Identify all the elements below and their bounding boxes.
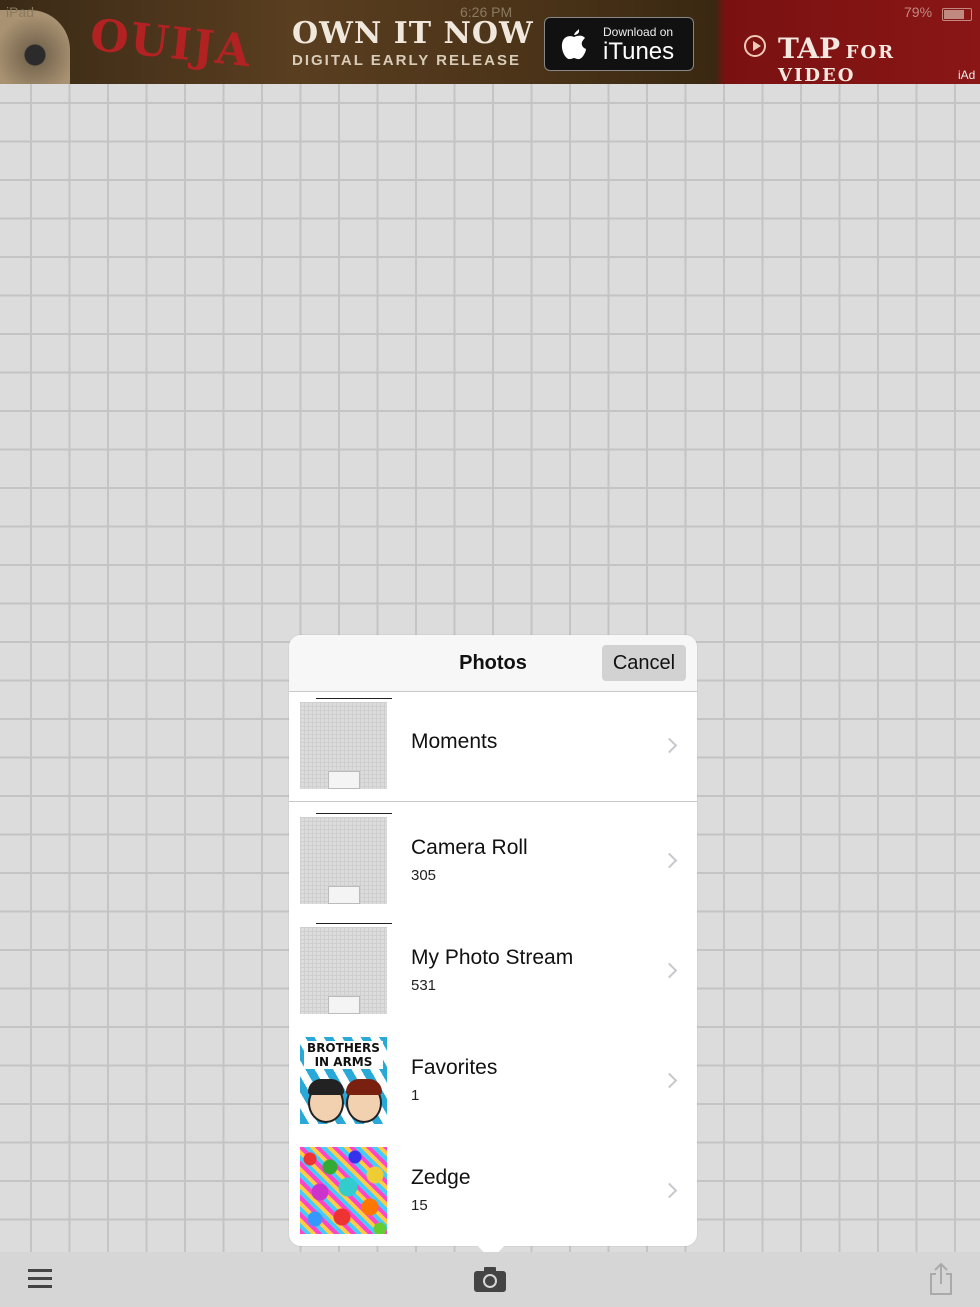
album-row-camera-roll[interactable]: Camera Roll 305 xyxy=(289,807,697,917)
album-count: 1 xyxy=(411,1087,420,1104)
chevron-right-icon xyxy=(661,1072,678,1089)
chevron-right-icon xyxy=(661,1182,678,1199)
chevron-right-icon xyxy=(661,962,678,979)
badge-main-text: iTunes xyxy=(603,38,675,65)
chevron-right-icon xyxy=(661,737,678,754)
album-name: Zedge xyxy=(411,1166,471,1189)
album-row-moments[interactable]: Moments xyxy=(289,692,697,802)
album-name: My Photo Stream xyxy=(411,946,574,969)
iad-label: iAd xyxy=(958,68,976,82)
share-icon[interactable] xyxy=(928,1262,954,1296)
ad-logo: OUIJA xyxy=(87,9,255,78)
status-carrier: iPad xyxy=(6,4,35,20)
row-divider xyxy=(289,801,697,802)
thumb-stack-line xyxy=(316,813,392,814)
badge-top-text: Download on xyxy=(603,25,674,39)
album-name: Favorites xyxy=(411,1056,498,1079)
album-count: 15 xyxy=(411,1197,428,1214)
popover-header: Photos Cancel xyxy=(289,635,697,692)
album-thumbnail xyxy=(300,698,392,789)
thumb-card xyxy=(328,996,360,1014)
album-thumbnail xyxy=(300,813,392,904)
battery-icon xyxy=(942,8,972,21)
album-row-zedge[interactable]: Zedge 15 xyxy=(289,1137,697,1246)
album-name: Camera Roll xyxy=(411,836,528,859)
ad-headline: OWN IT NOW xyxy=(292,16,534,51)
cancel-button[interactable]: Cancel xyxy=(602,645,686,681)
thumb-stack-line xyxy=(316,698,392,699)
status-battery-percent: 79% xyxy=(904,4,933,20)
thumb-card xyxy=(328,886,360,904)
album-count: 305 xyxy=(411,867,437,884)
album-row-favorites[interactable]: BROTHERS IN ARMS Favorites 1 xyxy=(289,1027,697,1137)
cartoon-face xyxy=(308,1079,344,1123)
cta-tap: TAP xyxy=(778,32,841,65)
thumb-card xyxy=(328,771,360,789)
album-thumbnail xyxy=(300,1147,387,1234)
tap-for-video[interactable]: TAP FOR VIDEO xyxy=(778,32,980,84)
bottom-toolbar xyxy=(0,1252,980,1307)
thumb-caption: BROTHERS IN ARMS xyxy=(304,1041,383,1069)
ouija-board-image xyxy=(0,10,70,84)
album-row-my-photo-stream[interactable]: My Photo Stream 531 xyxy=(289,917,697,1027)
itunes-download-badge[interactable]: Download on iTunes xyxy=(544,17,694,71)
thumb-stack-line xyxy=(316,923,392,924)
album-name: Moments xyxy=(411,730,498,753)
album-thumbnail xyxy=(300,923,392,1014)
menu-icon[interactable] xyxy=(28,1269,52,1289)
ad-subline: DIGITAL EARLY RELEASE xyxy=(292,52,521,69)
apple-icon xyxy=(561,29,586,60)
play-icon[interactable] xyxy=(744,35,766,57)
camera-icon[interactable] xyxy=(473,1265,507,1293)
iad-banner[interactable]: iPad 6:26 PM 79% OUIJA OWN IT NOW DIGITA… xyxy=(0,0,980,84)
album-count: 531 xyxy=(411,977,437,994)
chevron-right-icon xyxy=(661,852,678,869)
cartoon-face xyxy=(346,1079,382,1123)
album-thumbnail: BROTHERS IN ARMS xyxy=(300,1037,387,1124)
photos-popover: Photos Cancel Moments Camera Roll 305 My… xyxy=(289,635,697,1246)
